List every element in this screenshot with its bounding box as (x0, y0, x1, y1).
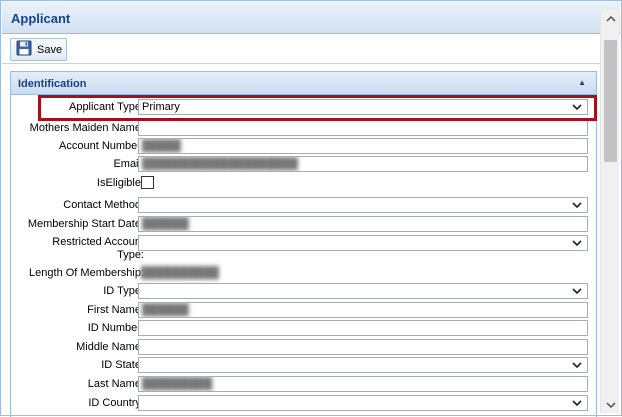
membership-start-date-label: Membership Start Date: (27, 218, 144, 230)
row-id-type: ID Type: (11, 282, 596, 301)
chevron-down-icon[interactable] (568, 358, 586, 372)
save-button[interactable]: Save (10, 38, 67, 61)
save-button-label: Save (37, 43, 63, 56)
row-length-of-membership: Length Of Membership: ██████████ (11, 264, 596, 283)
id-number-label: ID Number: (87, 322, 144, 334)
length-of-membership-value: ██████████ (141, 267, 219, 279)
scroll-down-icon[interactable] (601, 396, 620, 413)
id-type-select[interactable] (138, 283, 588, 299)
row-is-eligible: IsEligible: (11, 174, 596, 193)
first-name-value: ██████ (142, 304, 189, 316)
first-name-input[interactable]: ██████ (138, 302, 588, 318)
chevron-down-icon[interactable] (568, 284, 586, 298)
applicant-panel: Applicant Save Identification ▲ Applican… (0, 0, 622, 417)
chevron-down-icon[interactable] (568, 198, 586, 212)
id-state-select[interactable] (138, 357, 588, 373)
restricted-account-type-select[interactable] (138, 235, 588, 251)
row-id-state: ID State: (11, 356, 596, 375)
row-id-country: ID Country: (11, 394, 596, 413)
chevron-down-icon[interactable] (568, 236, 586, 250)
panel-header: Applicant (2, 2, 620, 34)
mothers-maiden-name-input[interactable] (138, 120, 588, 136)
row-restricted-account-type: Restricted Account Type: (11, 234, 596, 264)
last-name-value: █████████ (142, 378, 213, 390)
toolbar: Save (2, 34, 600, 64)
row-email: Email: ████████████████████ (11, 155, 596, 174)
chevron-down-icon[interactable] (568, 396, 586, 410)
row-account-number: Account Number: █████ (11, 137, 596, 156)
id-country-label: ID Country: (88, 397, 144, 409)
account-number-value: █████ (142, 140, 181, 152)
vertical-scrollbar[interactable] (600, 10, 619, 413)
row-membership-start-date: Membership Start Date: ██████ (11, 215, 596, 234)
id-number-input[interactable] (138, 320, 588, 336)
email-value: ████████████████████ (142, 158, 298, 170)
section-title: Identification (18, 78, 87, 90)
last-name-input[interactable]: █████████ (138, 376, 588, 392)
row-contact-method: Contact Method: (11, 196, 596, 215)
middle-name-label: Middle Name: (76, 341, 144, 353)
highlight-box (38, 95, 597, 121)
account-number-input[interactable]: █████ (138, 138, 588, 154)
mothers-maiden-name-label: Mothers Maiden Name: (29, 122, 144, 134)
identification-section: Identification ▲ Applicant Type: Primary… (10, 71, 597, 417)
row-id-number: ID Number: (11, 319, 596, 338)
collapse-arrow-icon[interactable]: ▲ (578, 78, 586, 87)
last-name-label: Last Name: (87, 378, 144, 390)
scroll-thumb[interactable] (604, 40, 617, 162)
first-name-label: First Name: (87, 304, 144, 316)
restricted-account-type-label-line1: Restricted Account (52, 236, 144, 248)
contact-method-select[interactable] (138, 197, 588, 213)
section-header[interactable]: Identification ▲ (11, 72, 596, 95)
id-country-select[interactable] (138, 395, 588, 411)
floppy-disk-icon (16, 40, 32, 59)
scroll-up-icon[interactable] (601, 10, 620, 27)
row-first-name: First Name: ██████ (11, 301, 596, 320)
length-of-membership-label: Length Of Membership: (29, 267, 144, 279)
row-last-name: Last Name: █████████ (11, 375, 596, 394)
contact-method-label: Contact Method: (63, 199, 144, 211)
row-mothers-maiden-name: Mothers Maiden Name: (11, 119, 596, 138)
membership-start-date-input[interactable]: ██████ (138, 216, 588, 232)
panel-title: Applicant (11, 11, 71, 26)
account-number-label: Account Number: (59, 140, 144, 152)
membership-start-date-value: ██████ (142, 218, 189, 230)
email-input[interactable]: ████████████████████ (138, 156, 588, 172)
row-middle-name: Middle Name: (11, 338, 596, 357)
is-eligible-checkbox[interactable] (141, 176, 154, 189)
middle-name-input[interactable] (138, 339, 588, 355)
is-eligible-label: IsEligible: (96, 177, 144, 189)
